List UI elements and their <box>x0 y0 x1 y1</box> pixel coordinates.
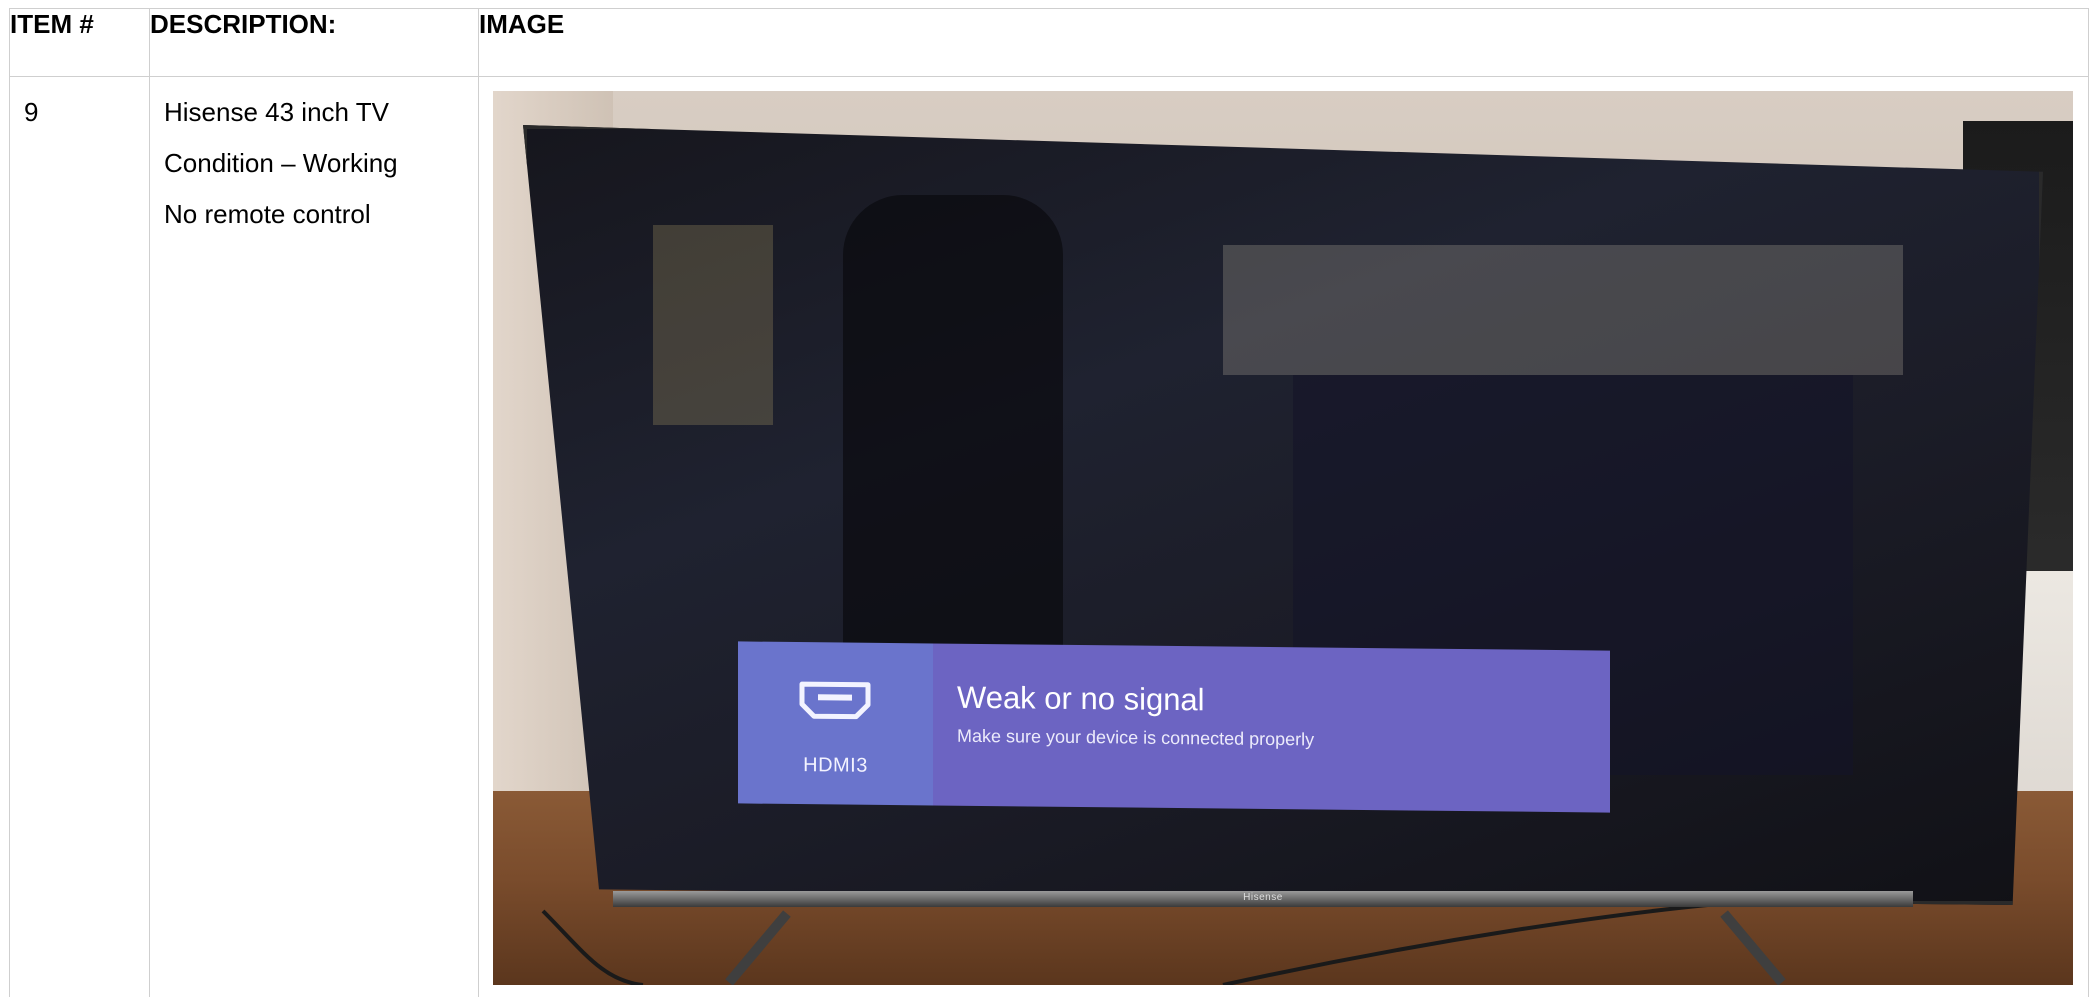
header-description: DESCRIPTION: <box>149 8 479 77</box>
description-cell: Hisense 43 inch TV Condition – Working N… <box>149 76 479 997</box>
header-image: IMAGE <box>478 8 2089 77</box>
input-port-label: HDMI3 <box>803 754 868 777</box>
item-table: ITEM # DESCRIPTION: IMAGE 9 Hisense 43 i… <box>9 8 2089 997</box>
tv-photo: Hisense HDMI3 Weak or no signal Make sur… <box>493 91 2073 985</box>
no-signal-overlay: HDMI3 Weak or no signal Make sure your d… <box>738 641 1610 813</box>
item-number-cell: 9 <box>9 76 150 997</box>
document-page: ITEM # DESCRIPTION: IMAGE 9 Hisense 43 i… <box>0 0 2094 997</box>
image-cell: Hisense HDMI3 Weak or no signal Make sur… <box>478 76 2089 997</box>
screen-reflection <box>1223 245 1903 375</box>
table-row: 9 Hisense 43 inch TV Condition – Working… <box>9 76 2089 997</box>
header-row: ITEM # DESCRIPTION: IMAGE <box>9 8 2089 77</box>
hdmi-port-icon <box>799 681 871 720</box>
item-number: 9 <box>24 97 39 127</box>
input-port-panel: HDMI3 <box>738 641 933 806</box>
signal-message-subtitle: Make sure your device is connected prope… <box>957 725 1315 750</box>
description-line: Hisense 43 inch TV <box>164 97 389 127</box>
description-line: Condition – Working <box>164 148 398 178</box>
signal-message: Weak or no signal Make sure your device … <box>933 643 1610 813</box>
tv-brand-logo: Hisense <box>1243 892 1283 903</box>
screen-reflection <box>653 225 773 425</box>
header-item-number: ITEM # <box>9 8 150 77</box>
tv-bottom-bezel: Hisense <box>613 891 1913 907</box>
signal-message-title: Weak or no signal <box>957 679 1205 718</box>
description-line: No remote control <box>164 199 371 229</box>
screen-reflection <box>843 195 1063 715</box>
